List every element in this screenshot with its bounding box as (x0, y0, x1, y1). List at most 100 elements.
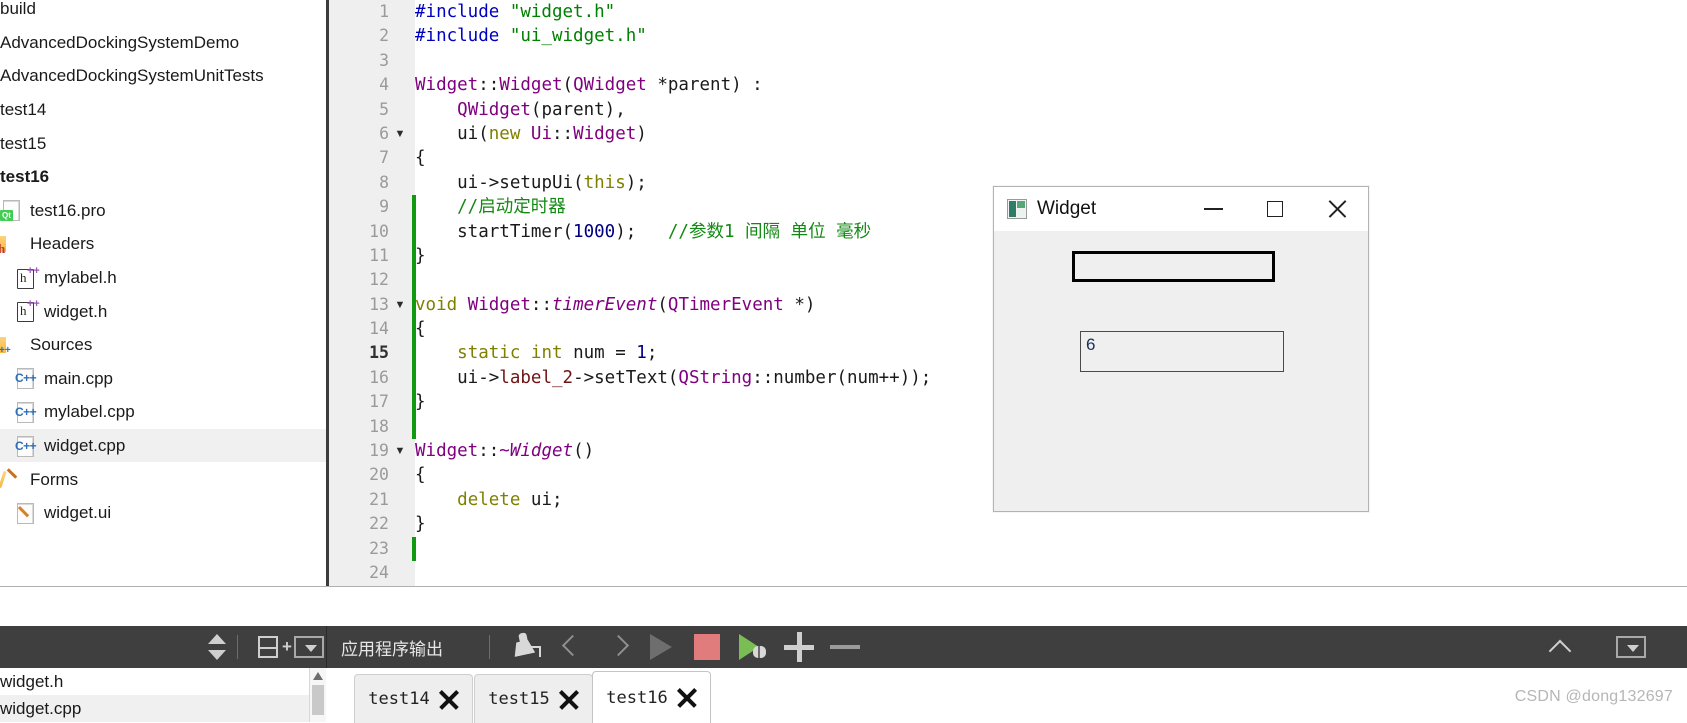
widget-dialog-window[interactable]: Widget 6 (993, 186, 1369, 512)
tree-item-widget-cpp[interactable]: C++ widget.cpp (0, 428, 326, 463)
tree-item-widget-ui[interactable]: widget.ui (0, 496, 326, 530)
code-line[interactable] (415, 537, 1687, 561)
open-document-item[interactable]: widget.h (0, 668, 310, 695)
code-line[interactable]: #include "ui_widget.h" (415, 24, 1687, 48)
code-line[interactable]: Widget::Widget(QWidget *parent) : (415, 73, 1687, 97)
tree-item-test14[interactable]: test14 (0, 93, 326, 127)
tree-item-mylabel-cpp[interactable]: C++ mylabel.cpp (0, 395, 326, 429)
scroll-up-icon[interactable] (313, 672, 323, 680)
tree-item-advanceddockingsystemdemo[interactable]: AdvancedDockingSystemDemo (0, 26, 326, 60)
line-number: 10 (369, 221, 389, 241)
gutter-row[interactable]: 24 (329, 561, 415, 585)
code-token: QTimerEvent (667, 294, 784, 315)
gutter-row[interactable]: 20 (329, 463, 415, 487)
project-tree[interactable]: build AdvancedDockingSystemDemo AdvancedDo… (0, 0, 326, 586)
gutter-row[interactable]: 2 (329, 24, 415, 48)
open-document-item[interactable]: widget.cpp (0, 695, 310, 722)
tree-item-forms[interactable]: Forms (0, 462, 326, 496)
tree-item-label: widget.h (44, 301, 108, 321)
next-item-button[interactable] (601, 626, 633, 668)
gutter-row[interactable]: 1 (329, 0, 415, 24)
gutter-row[interactable]: 15 (329, 341, 416, 366)
maximize-button[interactable] (1244, 187, 1306, 231)
run-button[interactable] (643, 626, 679, 668)
gutter-row[interactable]: 21 (329, 488, 415, 512)
tree-item-build[interactable]: build (0, 0, 326, 26)
fold-marker-icon[interactable]: ▼ (393, 122, 407, 146)
scrollbar-thumb[interactable] (312, 685, 324, 715)
gutter-row[interactable]: 22 (329, 512, 415, 536)
tree-item-test16[interactable]: test16 (0, 160, 326, 194)
gutter-row[interactable]: 9 (329, 195, 416, 220)
tree-item-test16-pro[interactable]: Qt test16.pro (0, 194, 326, 228)
code-token: QWidget (573, 75, 647, 96)
chevron-up-icon (1548, 637, 1574, 657)
tree-item-advanceddockingsystemunittests[interactable]: AdvancedDockingSystemUnitTests (0, 59, 326, 93)
gutter-row[interactable]: 23 (329, 536, 416, 561)
tree-item-test15[interactable]: test15 (0, 126, 326, 160)
file-list-scrollbar[interactable] (309, 668, 326, 722)
code-line[interactable] (415, 49, 1687, 73)
close-x-icon[interactable] (559, 689, 579, 709)
toolbar-dropdown-button[interactable] (292, 626, 326, 668)
updown-button[interactable] (208, 626, 226, 668)
debug-run-button[interactable] (735, 626, 773, 668)
tree-item-headers[interactable]: h Headers (0, 227, 326, 261)
close-x-icon[interactable] (439, 689, 459, 709)
code-line[interactable]: } (415, 512, 1687, 536)
gutter-row[interactable]: 11 (329, 243, 416, 269)
tree-item-mylabel-h[interactable]: h ++ mylabel.h (0, 261, 326, 295)
code-line[interactable] (415, 561, 1687, 585)
close-x-icon[interactable] (677, 688, 697, 708)
editor-gutter[interactable]: 1 2 3 4 5 6 ▼ 7 8 9 10 11 12 13 ▼ 14 15 16 17 18 19 ▼ 20 21 22 23… (329, 0, 416, 586)
code-token: ~Widget (499, 441, 574, 462)
split-view-button[interactable]: + (250, 626, 292, 668)
stop-button[interactable] (689, 626, 725, 668)
gutter-row[interactable]: 7 (329, 146, 415, 170)
gutter-row[interactable]: 10 (329, 219, 416, 244)
gutter-row[interactable]: 14 (329, 317, 416, 342)
clear-output-button[interactable] (507, 626, 547, 668)
open-documents-list[interactable]: widget.h widget.cpp (0, 668, 326, 722)
run-play-icon (650, 634, 672, 660)
gutter-row[interactable]: 13 ▼ (329, 292, 416, 318)
code-line[interactable]: ui(new Ui::Widget) (415, 122, 1687, 146)
tree-item-widget-h[interactable]: h ++ widget.h (0, 294, 326, 328)
output-tab-strip[interactable]: test14 test15 test16 (327, 668, 1687, 723)
gutter-row[interactable]: 6 ▼ (329, 122, 415, 146)
tree-item-sources[interactable]: ++ Sources (0, 328, 326, 362)
code-token: QString (678, 367, 753, 388)
zoom-out-button[interactable] (825, 626, 865, 668)
gutter-row[interactable]: 19 ▼ (329, 439, 415, 463)
fold-marker-icon[interactable]: ▼ (393, 293, 407, 317)
code-line[interactable]: #include "widget.h" (415, 0, 1687, 24)
minimize-button[interactable] (1182, 187, 1244, 231)
gutter-row[interactable]: 4 (329, 73, 415, 97)
collapse-pane-button[interactable] (1541, 626, 1581, 668)
zoom-in-button[interactable] (779, 626, 819, 668)
code-token: (parent), (530, 99, 626, 120)
tree-item-label: test15 (0, 133, 47, 153)
code-token: 1 (636, 343, 647, 364)
fold-marker-icon[interactable]: ▼ (393, 439, 407, 463)
gutter-row[interactable]: 3 (329, 49, 415, 73)
code-line[interactable]: QWidget(parent), (415, 98, 1687, 122)
dialog-title-bar[interactable]: Widget (994, 187, 1368, 232)
prev-item-button[interactable] (555, 626, 587, 668)
gutter-row[interactable]: 17 (329, 390, 416, 415)
gutter-row[interactable]: 12 (329, 268, 416, 293)
output-tab-test15[interactable]: test15 (474, 674, 593, 723)
gutter-row[interactable]: 5 (329, 98, 415, 122)
code-token: delete (457, 489, 521, 510)
minus-icon (830, 644, 860, 650)
headers-folder-icon: h (0, 233, 22, 256)
gutter-row[interactable]: 8 (329, 171, 415, 195)
gutter-row[interactable]: 18 (329, 414, 416, 440)
output-tab-test14[interactable]: test14 (354, 674, 473, 723)
output-tab-test16[interactable]: test16 (592, 671, 711, 723)
output-options-button[interactable] (1611, 626, 1651, 668)
gutter-row[interactable]: 16 (329, 365, 416, 391)
tree-item-main-cpp[interactable]: C++ main.cpp (0, 362, 326, 396)
code-line[interactable]: { (415, 146, 1687, 170)
close-button[interactable] (1306, 187, 1368, 231)
